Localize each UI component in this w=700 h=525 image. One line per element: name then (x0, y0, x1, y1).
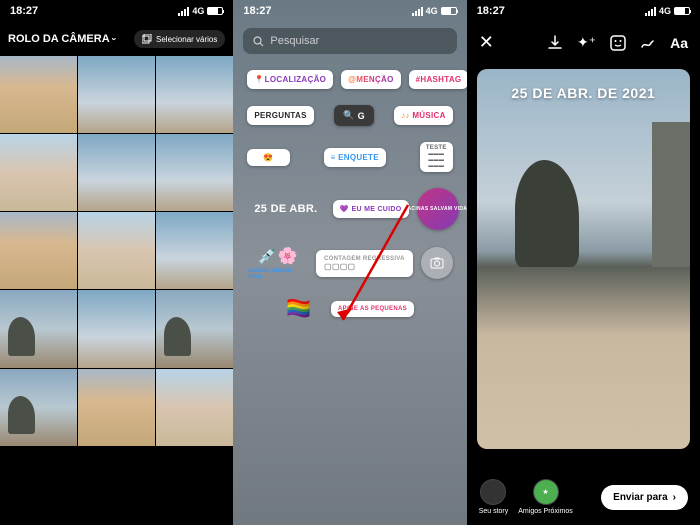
signal-icon (178, 7, 189, 16)
editor-tools: ✦⁺ Aa (547, 34, 688, 51)
status-time: 18:27 (10, 5, 38, 17)
close-friends-button[interactable]: ★ Amigos Próximos (518, 479, 572, 515)
send-to-button[interactable]: Enviar para › (601, 485, 688, 510)
photo-thumb[interactable] (78, 212, 155, 289)
photo-thumb[interactable] (0, 56, 77, 133)
gallery-screen: 18:27 4G ROLO DA CÂMERA › Selecionar vár… (0, 0, 233, 525)
battery-icon (207, 7, 223, 15)
star-icon: ★ (533, 479, 559, 505)
status-time: 18:27 (477, 5, 505, 17)
story-editor-screen: 18:27 4G ✕ ✦⁺ Aa 25 DE ABR. DE 2021 Seu … (467, 0, 700, 525)
download-icon[interactable] (547, 35, 563, 51)
select-label: Selecionar vários (156, 35, 217, 44)
sticker-row: 📍LOCALIZAÇÃO @MENÇÃO #HASHTAG (247, 70, 452, 89)
status-bar: 18:27 4G (467, 0, 700, 22)
search-placeholder: Pesquisar (270, 35, 319, 47)
status-bar: 18:27 4G (233, 0, 466, 22)
sticker-vacinas[interactable]: VACINAS SALVAM VIDAS (417, 188, 459, 230)
sticker-grid: 📍LOCALIZAÇÃO @MENÇÃO #HASHTAG PERGUNTAS … (233, 60, 466, 331)
battery-icon (441, 7, 457, 15)
photo-thumb[interactable] (78, 134, 155, 211)
text-tool[interactable]: Aa (670, 35, 688, 51)
close-friends-label: Amigos Próximos (518, 508, 572, 515)
sticker-row: 🏳️‍🌈 APOIE AS PEQUENAS (247, 296, 452, 321)
status-time: 18:27 (243, 5, 271, 17)
network-label: 4G (192, 6, 204, 16)
sticker-mention[interactable]: @MENÇÃO (341, 70, 400, 89)
status-right: 4G (412, 6, 457, 16)
your-story-button[interactable]: Seu story (479, 479, 509, 515)
battery-icon (674, 7, 690, 15)
photo-thumb[interactable] (156, 290, 233, 367)
sticker-emoji-slider[interactable]: 😍 (247, 149, 289, 166)
photo-thumb[interactable] (156, 134, 233, 211)
editor-toolbar: ✕ ✦⁺ Aa (467, 22, 700, 63)
sticker-quiz[interactable]: TESTE▬▬▬▬▬▬▬▬▬ (420, 142, 453, 172)
sticker-icon[interactable] (610, 35, 626, 51)
status-right: 4G (645, 6, 690, 16)
signal-icon (412, 7, 423, 16)
select-multiple-button[interactable]: Selecionar vários (134, 30, 225, 48)
sticker-row: 😍 ≡ ENQUETE TESTE▬▬▬▬▬▬▬▬▬ (247, 142, 452, 172)
network-label: 4G (426, 6, 438, 16)
sticker-eu-me-cuido[interactable]: 💜EU ME CUIDO (333, 200, 409, 218)
sticker-apoie[interactable]: APOIE AS PEQUENAS (331, 301, 414, 317)
photo-thumb[interactable] (0, 134, 77, 211)
sticker-pride[interactable]: 🏳️‍🌈 (286, 296, 311, 321)
story-canvas[interactable]: 25 DE ABR. DE 2021 (477, 69, 690, 449)
sticker-row: PERGUNTAS 🔍 G MÚSICA (247, 105, 452, 126)
sticker-search[interactable]: Pesquisar (243, 28, 456, 54)
sticker-countdown[interactable]: CONTAGEM REGRESSIVA▢▢▢▢ (316, 250, 413, 277)
photo-thumb[interactable] (0, 369, 77, 446)
photo-thumb[interactable] (156, 212, 233, 289)
status-right: 4G (178, 6, 223, 16)
photo-thumb[interactable] (0, 212, 77, 289)
sticker-date[interactable]: 25 DE ABR. (247, 198, 324, 220)
status-bar: 18:27 4G (0, 0, 233, 22)
photo-grid (0, 56, 233, 446)
gallery-header: ROLO DA CÂMERA › Selecionar vários (0, 22, 233, 56)
photo-thumb[interactable] (78, 290, 155, 367)
camera-icon (430, 257, 444, 269)
network-label: 4G (659, 6, 671, 16)
sticker-row: 25 DE ABR. 💜EU ME CUIDO VACINAS SALVAM V… (247, 188, 452, 230)
photo-thumb[interactable] (156, 369, 233, 446)
photo-thumb[interactable] (156, 56, 233, 133)
avatar (480, 479, 506, 505)
sticker-questions[interactable]: PERGUNTAS (247, 106, 313, 125)
sticker-row: 💉🌸 vacinas salvam vidas CONTAGEM REGRESS… (247, 246, 452, 280)
stack-icon (142, 34, 152, 44)
sticker-music[interactable]: MÚSICA (394, 106, 452, 125)
sticker-location[interactable]: 📍LOCALIZAÇÃO (247, 70, 333, 89)
chevron-right-icon: › (673, 492, 676, 503)
album-title: ROLO DA CÂMERA (8, 33, 110, 45)
sticker-gif[interactable]: 🔍 G (334, 105, 374, 126)
album-dropdown[interactable]: ROLO DA CÂMERA › (8, 33, 116, 45)
sticker-hashtag[interactable]: #HASHTAG (409, 70, 467, 89)
share-bar: Seu story ★ Amigos Próximos Enviar para … (467, 479, 700, 515)
photo-thumb[interactable] (0, 290, 77, 367)
draw-icon[interactable] (640, 35, 656, 51)
sticker-poll[interactable]: ≡ ENQUETE (324, 148, 386, 167)
close-button[interactable]: ✕ (479, 32, 494, 53)
sticker-vacinas-2[interactable]: 💉🌸 vacinas salvam vidas (247, 246, 308, 280)
chevron-down-icon: › (109, 38, 119, 41)
search-icon (253, 36, 264, 47)
signal-icon (645, 7, 656, 16)
effects-icon[interactable]: ✦⁺ (577, 34, 596, 51)
date-sticker-overlay[interactable]: 25 DE ABR. DE 2021 (477, 85, 690, 101)
send-label: Enviar para (613, 492, 667, 503)
sticker-picker-screen: 18:27 4G Pesquisar 📍LOCALIZAÇÃO @MENÇÃO … (233, 0, 466, 525)
photo-thumb[interactable] (78, 369, 155, 446)
photo-thumb[interactable] (78, 56, 155, 133)
sticker-camera[interactable] (421, 247, 453, 279)
your-story-label: Seu story (479, 508, 509, 515)
